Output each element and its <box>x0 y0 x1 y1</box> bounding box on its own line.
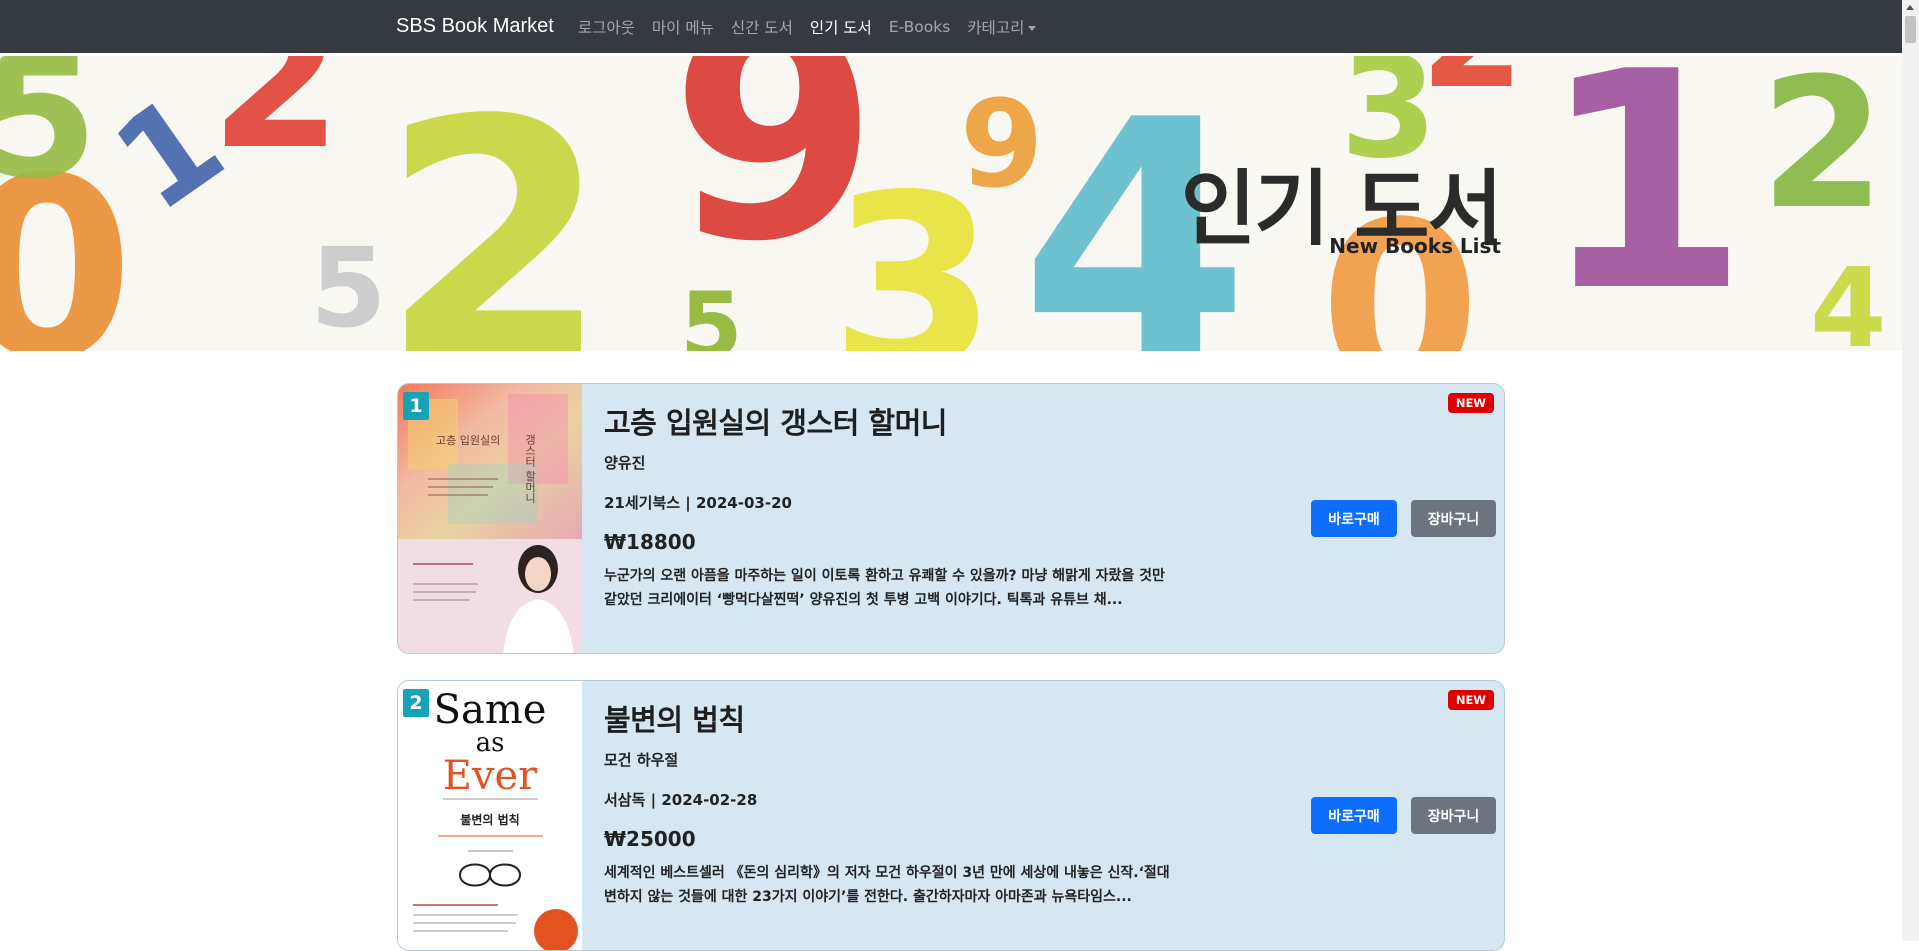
new-badge: NEW <box>1447 690 1494 710</box>
cover-text: 고층 입원실의 <box>436 434 500 447</box>
cover-text-vertical: 갱스터 할머니 <box>524 434 537 504</box>
nav-logout[interactable]: 로그아웃 <box>578 16 635 38</box>
book-author: 모건 하우절 <box>604 751 679 769</box>
book-price: ₩18800 <box>604 530 696 554</box>
book-title[interactable]: 고층 입원실의 갱스터 할머니 <box>604 400 947 442</box>
book-author: 양유진 <box>604 454 646 472</box>
book-publisher-date: 21세기북스 | 2024-03-20 <box>604 494 792 512</box>
nav-category-dropdown[interactable]: 카테고리 <box>967 16 1037 38</box>
book-card: 고층 입원실의 갱스터 할머니 1 고층 입원실의 갱스터 할머니 양유진 21… <box>397 383 1505 654</box>
book-title[interactable]: 불변의 법칙 <box>604 697 745 739</box>
cover-text: 불변의 법칙 <box>460 812 519 827</box>
book-description: 세계적인 베스트셀러 《돈의 심리학》의 저자 모건 하우절이 3년 만에 세상… <box>604 865 1170 905</box>
nav-category-label: 카테고리 <box>967 18 1025 37</box>
book-card: Same as Ever 불변의 법칙 2 불변의 법칙 모건 하우절 서삼독 … <box>397 680 1505 951</box>
nav-my-menu[interactable]: 마이 메뉴 <box>652 16 714 38</box>
cover-text: Ever <box>443 753 538 799</box>
book-publisher-date: 서삼독 | 2024-02-28 <box>604 791 758 809</box>
hero-subtitle: New Books List <box>1329 234 1501 258</box>
book-description: 누군가의 오랜 아픔을 마주하는 일이 이토록 환하고 유쾌할 수 있을까? 마… <box>604 568 1165 608</box>
scroll-up-arrow-icon[interactable] <box>1906 5 1914 10</box>
nav-popular-books[interactable]: 인기 도서 <box>810 16 872 38</box>
new-badge: NEW <box>1447 393 1494 413</box>
nav-ebooks[interactable]: E-Books <box>889 18 951 36</box>
add-to-cart-button[interactable]: 장바구니 <box>1411 797 1496 834</box>
caret-down-icon <box>1028 25 1037 31</box>
numbers-background-image: 0 5 1 2 2 5 9 3 5 9 4 3 0 2 1 2 4 <box>0 56 1904 351</box>
book-cover-image[interactable]: 고층 입원실의 갱스터 할머니 1 <box>398 384 582 653</box>
cover-text: Same <box>434 687 547 733</box>
buy-now-button[interactable]: 바로구매 <box>1311 500 1397 537</box>
add-to-cart-button[interactable]: 장바구니 <box>1411 500 1496 537</box>
hero-banner: 0 5 1 2 2 5 9 3 5 9 4 3 0 2 1 2 4 인기 도서 … <box>0 56 1904 351</box>
brand-logo[interactable]: SBS Book Market <box>396 15 554 38</box>
rank-badge: 1 <box>403 392 429 420</box>
book-cover-image[interactable]: Same as Ever 불변의 법칙 2 <box>398 681 582 950</box>
vertical-scrollbar[interactable] <box>1902 0 1919 941</box>
buy-now-button[interactable]: 바로구매 <box>1311 797 1397 834</box>
rank-badge: 2 <box>403 689 429 717</box>
nav-new-books[interactable]: 신간 도서 <box>731 16 793 38</box>
scrollbar-thumb[interactable] <box>1905 16 1916 43</box>
top-navbar: SBS Book Market 로그아웃 마이 메뉴 신간 도서 인기 도서 E… <box>0 0 1919 53</box>
book-price: ₩25000 <box>604 827 696 851</box>
